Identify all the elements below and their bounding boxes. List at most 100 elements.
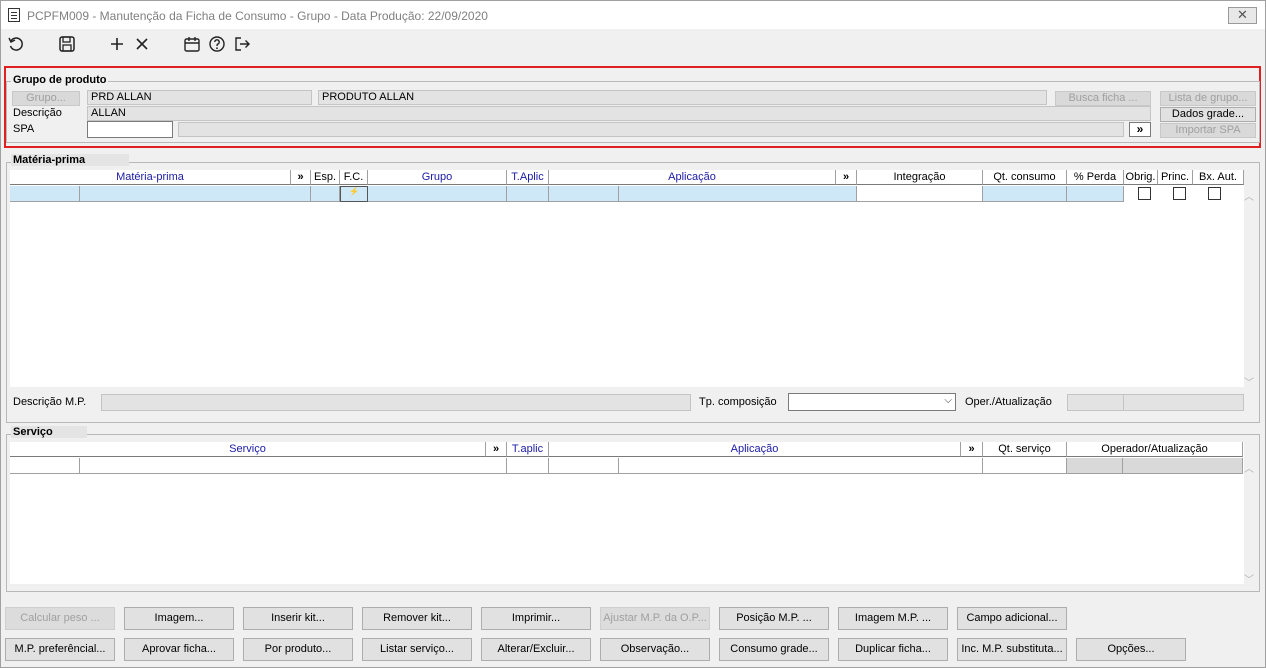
col-fc[interactable]: F.C. <box>340 170 368 185</box>
cell-integracao[interactable] <box>857 186 983 202</box>
grupo-code-field: PRD ALLAN <box>87 90 312 105</box>
cell-operador <box>1067 458 1123 474</box>
imagem-mp-button[interactable]: Imagem M.P. ... <box>838 607 948 630</box>
col-operador[interactable]: Operador/Atualização <box>1067 442 1243 457</box>
toolbar <box>1 29 1265 59</box>
descricao-mp-field <box>101 394 691 411</box>
help-icon[interactable] <box>207 34 227 54</box>
inc-mp-substituta-button[interactable]: Inc. M.P. substituta... <box>957 638 1067 661</box>
col-servico-aplicacao-lookup[interactable]: » <box>961 442 983 457</box>
por-produto-button[interactable]: Por produto... <box>243 638 353 661</box>
delete-icon[interactable] <box>132 34 152 54</box>
grupo-produto-legend: Grupo de produto <box>11 74 109 86</box>
scroll-down-icon[interactable]: ﹀ <box>1244 571 1254 586</box>
cell-grupo[interactable] <box>368 186 507 202</box>
opcoes-button[interactable]: Opções... <box>1076 638 1186 661</box>
cell-materia-desc[interactable] <box>80 186 311 202</box>
servico-scrollbar[interactable]: ︿ ﹀ <box>1241 458 1258 588</box>
cell-servico-aplicacao-desc[interactable] <box>619 458 983 474</box>
inserir-kit-button[interactable]: Inserir kit... <box>243 607 353 630</box>
imprimir-button[interactable]: Imprimir... <box>481 607 591 630</box>
duplicar-ficha-button[interactable]: Duplicar ficha... <box>838 638 948 661</box>
spa-search-button[interactable]: » <box>1129 122 1151 137</box>
imagem-button[interactable]: Imagem... <box>124 607 234 630</box>
listar-servico-button[interactable]: Listar serviço... <box>362 638 472 661</box>
col-servico[interactable]: Serviço <box>10 442 486 457</box>
dados-grade-button[interactable]: Dados grade... <box>1160 107 1256 122</box>
spa-input[interactable] <box>87 121 173 138</box>
col-materia-prima[interactable]: Matéria-prima <box>10 170 291 185</box>
cell-materia-code[interactable] <box>10 186 80 202</box>
remover-kit-button[interactable]: Remover kit... <box>362 607 472 630</box>
cell-esp[interactable] <box>311 186 340 202</box>
calendar-icon[interactable] <box>182 34 202 54</box>
grupo-name-field: PRODUTO ALLAN <box>318 90 1047 105</box>
bx-aut-checkbox[interactable] <box>1208 187 1221 200</box>
spa-description-field <box>178 122 1124 137</box>
refresh-icon[interactable] <box>6 34 26 54</box>
exit-icon[interactable] <box>232 34 252 54</box>
consumo-grade-button[interactable]: Consumo grade... <box>719 638 829 661</box>
cell-aplicacao-desc[interactable] <box>619 186 857 202</box>
princ-checkbox[interactable] <box>1173 187 1186 200</box>
campo-adicional-button[interactable]: Campo adicional... <box>957 607 1067 630</box>
oper-field <box>1067 394 1124 411</box>
tp-composicao-label: Tp. composição <box>699 396 777 408</box>
descricao-label: Descrição <box>13 107 62 119</box>
grupo-button[interactable]: Grupo... <box>12 91 80 106</box>
cell-servico-code[interactable] <box>10 458 80 474</box>
obrig-checkbox[interactable] <box>1138 187 1151 200</box>
col-esp[interactable]: Esp. <box>311 170 340 185</box>
servico-legend: Serviço <box>11 426 87 438</box>
save-icon[interactable] <box>57 34 77 54</box>
aprovar-ficha-button[interactable]: Aprovar ficha... <box>124 638 234 661</box>
chevron-down-icon: ⌵ <box>944 395 952 406</box>
col-servico-taplic[interactable]: T.aplic <box>507 442 549 457</box>
col-aplicacao-lookup[interactable]: » <box>836 170 857 185</box>
col-princ[interactable]: Princ. <box>1158 170 1193 185</box>
cell-fc[interactable]: ⚡ <box>340 186 368 202</box>
descricao-field: ALLAN <box>87 106 1151 121</box>
col-aplicacao[interactable]: Aplicação <box>549 170 836 185</box>
col-integracao[interactable]: Integração <box>857 170 983 185</box>
cell-qt-consumo[interactable] <box>983 186 1067 202</box>
col-qt-consumo[interactable]: Qt. consumo <box>983 170 1067 185</box>
cell-servico-aplicacao-code[interactable] <box>549 458 619 474</box>
col-obrig[interactable]: Obrig. <box>1124 170 1158 185</box>
scroll-up-icon[interactable]: ︿ <box>1244 460 1254 475</box>
tp-composicao-select[interactable]: ⌵ <box>788 393 956 411</box>
scroll-down-icon[interactable]: ﹀ <box>1244 374 1254 389</box>
document-icon <box>8 8 20 22</box>
mp-preferencial-button[interactable]: M.P. preferêncial... <box>5 638 115 661</box>
observacao-button[interactable]: Observação... <box>600 638 710 661</box>
alterar-excluir-button[interactable]: Alterar/Excluir... <box>481 638 591 661</box>
cell-perda[interactable] <box>1067 186 1124 202</box>
materia-prima-scrollbar[interactable]: ︿ ﹀ <box>1241 186 1258 391</box>
busca-ficha-button[interactable]: Busca ficha ... <box>1055 91 1151 106</box>
oper-atualizacao-label: Oper./Atualização <box>965 396 1052 408</box>
posicao-mp-button[interactable]: Posição M.P. ... <box>719 607 829 630</box>
col-grupo[interactable]: Grupo <box>368 170 507 185</box>
col-servico-aplicacao[interactable]: Aplicação <box>549 442 961 457</box>
ajustar-mp-button[interactable]: Ajustar M.P. da O.P... <box>600 607 710 630</box>
col-qt-servico[interactable]: Qt. serviço <box>983 442 1067 457</box>
add-icon[interactable] <box>107 34 127 54</box>
cell-qt-servico[interactable] <box>983 458 1067 474</box>
cell-servico-taplic[interactable] <box>507 458 549 474</box>
servico-grid: Serviço » T.aplic Aplicação » Qt. serviç… <box>10 442 1244 584</box>
cell-servico-desc[interactable] <box>80 458 507 474</box>
lista-grupo-button[interactable]: Lista de grupo... <box>1160 91 1256 106</box>
col-taplic[interactable]: T.Aplic <box>507 170 549 185</box>
col-servico-lookup[interactable]: » <box>486 442 507 457</box>
calcular-peso-button[interactable]: Calcular peso ... <box>5 607 115 630</box>
scroll-up-icon[interactable]: ︿ <box>1244 188 1254 203</box>
col-bx-aut[interactable]: Bx. Aut. <box>1193 170 1244 185</box>
title-bar: PCPFM009 - Manutenção da Ficha de Consum… <box>1 1 1265 29</box>
cell-aplicacao-code[interactable] <box>549 186 619 202</box>
col-materia-prima-lookup[interactable]: » <box>291 170 311 185</box>
close-button[interactable]: ✕ <box>1228 7 1257 24</box>
descricao-mp-label: Descrição M.P. <box>13 396 87 408</box>
importar-spa-button[interactable]: Importar SPA <box>1160 123 1256 138</box>
cell-taplic[interactable] <box>507 186 549 202</box>
col-perda[interactable]: % Perda <box>1067 170 1124 185</box>
